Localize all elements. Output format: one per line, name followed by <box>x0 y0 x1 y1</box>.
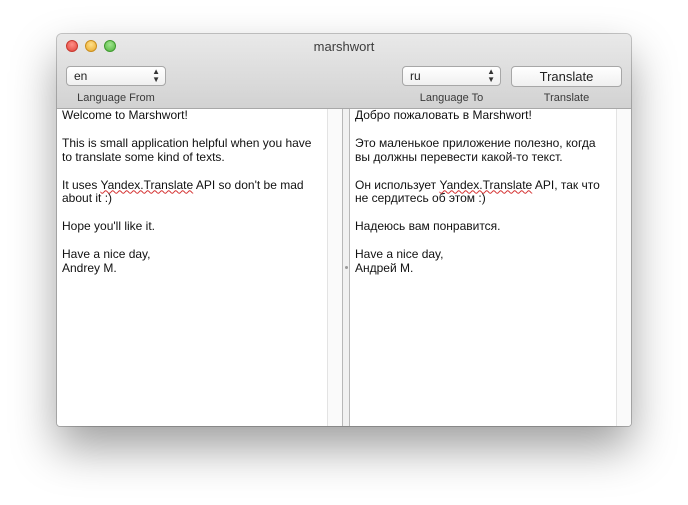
target-text: Добро пожаловать в Marshwort! Это маленьк… <box>355 108 613 276</box>
text-line: Have a nice day, <box>355 247 444 261</box>
toolbar: marshwort en ▲ ▼ Language From ru ▲ ▼ Lang… <box>57 34 631 109</box>
app-window: marshwort en ▲ ▼ Language From ru ▲ ▼ Lang… <box>57 34 631 426</box>
text-line <box>62 123 324 137</box>
text-line: Это маленькое приложение полезно, когда <box>355 135 596 150</box>
text-line: Надеюсь вам понравится. <box>355 219 501 234</box>
text-line: about it :) <box>62 191 113 206</box>
text-line: Welcome to Marshwort! <box>62 108 188 122</box>
text-line <box>62 165 324 179</box>
language-to-caption: Language To <box>419 92 484 104</box>
text-line: Он использует Yandex.Translate API, так … <box>355 177 613 193</box>
text-line <box>355 123 613 137</box>
translate-button[interactable]: Translate <box>511 66 622 87</box>
language-from-select[interactable]: en ▲ ▼ <box>66 66 166 86</box>
text-line: вы должны перевести какой-то текст. <box>355 149 563 164</box>
language-to-select[interactable]: ru ▲ ▼ <box>402 66 501 86</box>
target-text-area[interactable]: Добро пожаловать в Marshwort! Это маленьк… <box>350 108 631 426</box>
text-run: API, так что <box>532 177 600 192</box>
language-from-caption: Language From <box>77 92 155 104</box>
window-title: marshwort <box>313 39 375 54</box>
language-to-value: ru <box>410 69 421 83</box>
target-scrollbar[interactable] <box>616 109 631 426</box>
text-line <box>355 206 613 220</box>
text-run: It uses <box>62 177 101 192</box>
text-line: to translate some kind of texts. <box>62 149 225 164</box>
source-text: Welcome to Marshwort! This is small appli… <box>62 108 324 276</box>
misspelled-word: Yandex.Translate <box>100 177 194 192</box>
text-line: Андрей М. <box>355 260 414 275</box>
text-run: Он использует <box>355 177 440 192</box>
divider-grip-icon <box>345 266 348 269</box>
text-line: Добро пожаловать в Marshwort! <box>355 108 532 122</box>
text-line: Andrey M. <box>62 260 117 275</box>
source-text-area[interactable]: Welcome to Marshwort! This is small appli… <box>57 108 342 426</box>
text-line: не сердитесь об этом :) <box>355 191 486 206</box>
chevron-updown-icon: ▲ ▼ <box>152 67 160 84</box>
translate-caption: Translate <box>543 92 590 104</box>
text-line: This is small application helpful when y… <box>62 135 312 150</box>
chevron-updown-icon: ▲ ▼ <box>487 67 495 84</box>
language-from-value: en <box>74 69 88 83</box>
misspelled-word: Yandex.Translate <box>439 177 533 192</box>
split-divider[interactable] <box>342 109 350 426</box>
text-line: Have a nice day, <box>62 247 151 261</box>
text-line: It uses Yandex.Translate API so don't be… <box>62 177 324 193</box>
text-line <box>62 234 324 248</box>
text-run: API so don't be mad <box>193 177 304 192</box>
text-line: Hope you'll like it. <box>62 219 155 234</box>
text-line <box>62 206 324 220</box>
text-line <box>355 165 613 179</box>
source-scrollbar[interactable] <box>327 109 342 426</box>
text-line <box>355 234 613 248</box>
